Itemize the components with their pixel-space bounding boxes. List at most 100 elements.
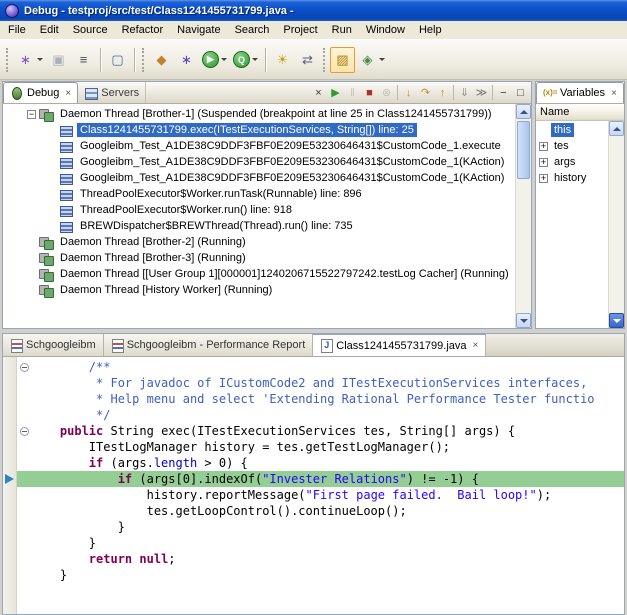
debug-tree-item[interactable]: Googleibm_Test_A1DE38C9DDF3FBF0E209E5323…: [3, 138, 515, 154]
thread-icon: [39, 236, 54, 249]
debug-tree-item[interactable]: Daemon Thread [[User Group 1][000001]124…: [3, 266, 515, 282]
view-tab-debug[interactable]: Debug×: [3, 82, 78, 103]
profile-button[interactable]: Q: [230, 47, 261, 73]
code-line[interactable]: if (args.length > 0) {: [17, 455, 624, 471]
debug-tree-item[interactable]: Class1241455731799.exec(ITestExecutionSe…: [3, 122, 515, 138]
menu-source[interactable]: Source: [66, 22, 115, 38]
toolbar-grip[interactable]: [142, 48, 146, 72]
menu-project[interactable]: Project: [276, 22, 324, 38]
sync-views-button[interactable]: ⇄: [295, 47, 320, 73]
code-line[interactable]: /**: [17, 359, 624, 375]
variable-row[interactable]: +args: [536, 154, 608, 170]
external-tools-button[interactable]: ∗: [174, 47, 199, 73]
fold-collapse-icon[interactable]: [20, 427, 29, 436]
fold-margin: [17, 471, 31, 487]
minimize-view-button[interactable]: −: [495, 84, 512, 101]
code-area[interactable]: /** * For javadoc of ICustomCode2 and IT…: [17, 357, 624, 614]
variable-row[interactable]: +history: [536, 170, 608, 186]
toolbar-grip[interactable]: [6, 48, 10, 72]
editor-tab[interactable]: Schgoogleibm - Performance Report: [104, 334, 314, 356]
editor-tab[interactable]: Class1241455731799.java ×: [313, 334, 486, 356]
new-wizard-button[interactable]: ∗: [13, 47, 46, 73]
mark-occurrences-button[interactable]: ▨: [330, 47, 355, 73]
menu-run[interactable]: Run: [325, 22, 359, 38]
window-icon: ▢: [108, 50, 127, 69]
code-line[interactable]: * Help menu and select 'Extending Ration…: [17, 391, 624, 407]
maximize-view-button[interactable]: □: [512, 84, 529, 101]
debug-perspective-button[interactable]: ▢: [105, 47, 130, 73]
variable-row[interactable]: +tes: [536, 138, 608, 154]
scroll-up-button[interactable]: [609, 121, 624, 136]
debug-tree-item[interactable]: ThreadPoolExecutor$Worker.runTask(Runnab…: [3, 186, 515, 202]
annotation-nav-button[interactable]: ◈: [355, 47, 388, 73]
debug-tree-item[interactable]: Daemon Thread [History Worker] (Running): [3, 282, 515, 298]
new-package-button[interactable]: ◆: [149, 47, 174, 73]
code-line[interactable]: }: [17, 519, 624, 535]
code-line[interactable]: ITestLogManager history = tes.getTestLog…: [17, 439, 624, 455]
tree-expander-icon[interactable]: +: [539, 142, 548, 151]
drop-to-frame-button[interactable]: ⇓: [456, 84, 473, 101]
scrollbar-track[interactable]: [516, 119, 531, 313]
debug-tree-item[interactable]: −Daemon Thread [Brother-1] (Suspended (b…: [3, 106, 515, 122]
tree-expander-icon[interactable]: +: [539, 158, 548, 167]
tree-expander-icon[interactable]: −: [27, 110, 36, 119]
code-line[interactable]: */: [17, 407, 624, 423]
step-over-button[interactable]: ↷: [417, 84, 434, 101]
use-step-filters-button[interactable]: ≫: [473, 84, 490, 101]
debug-tree-scrollbar[interactable]: [515, 104, 531, 328]
toolbar-grip[interactable]: [323, 48, 327, 72]
scroll-down-button[interactable]: [609, 313, 624, 328]
step-into-button[interactable]: ↓: [400, 84, 417, 101]
code-line[interactable]: if (args[0].indexOf("Invester Relations"…: [17, 471, 624, 487]
code-line[interactable]: }: [17, 567, 624, 583]
remove-all-terminated-button[interactable]: ×: [310, 84, 327, 101]
code-line[interactable]: * For javadoc of ICustomCode2 and ITestE…: [17, 375, 624, 391]
menu-navigate[interactable]: Navigate: [170, 22, 227, 38]
debug-tree-item[interactable]: Daemon Thread [Brother-2] (Running): [3, 234, 515, 250]
resume-button[interactable]: ▶: [327, 84, 344, 101]
debug-tree-item[interactable]: BREWDispatcher$BREWThread(Thread).run() …: [3, 218, 515, 234]
menu-search[interactable]: Search: [228, 22, 277, 38]
close-tab-icon[interactable]: ×: [65, 88, 71, 99]
save-button[interactable]: ▣: [46, 47, 71, 73]
annotation-ruler[interactable]: [3, 357, 17, 614]
run-button[interactable]: ▶: [199, 47, 230, 73]
menu-window[interactable]: Window: [359, 22, 412, 38]
view-tab-servers[interactable]: Servers: [78, 82, 146, 103]
step-return-button[interactable]: ↑: [434, 84, 451, 101]
print-button[interactable]: ≡: [71, 47, 96, 73]
code-line[interactable]: }: [17, 535, 624, 551]
title-bar[interactable]: Debug - testproj/src/test/Class124145573…: [0, 0, 627, 21]
debug-tree-item[interactable]: Googleibm_Test_A1DE38C9DDF3FBF0E209E5323…: [3, 170, 515, 186]
view-tab-variables[interactable]: Variables ×: [536, 82, 624, 103]
menu-refactor[interactable]: Refactor: [115, 22, 171, 38]
fold-collapse-icon[interactable]: [20, 363, 29, 372]
menu-edit[interactable]: Edit: [33, 22, 66, 38]
menu-file[interactable]: File: [1, 22, 33, 38]
menu-help[interactable]: Help: [412, 22, 449, 38]
scroll-up-button[interactable]: [516, 104, 531, 119]
debug-tree-item[interactable]: Daemon Thread [Brother-3] (Running): [3, 250, 515, 266]
code-line[interactable]: history.reportMessage("First page failed…: [17, 487, 624, 503]
scrollbar-track[interactable]: [609, 136, 624, 313]
arrow-up-icon: [613, 127, 621, 131]
suspend-button[interactable]: ‖: [344, 84, 361, 101]
terminate-button[interactable]: ■: [361, 84, 378, 101]
tree-expander-icon[interactable]: +: [539, 174, 548, 183]
close-tab-icon[interactable]: ×: [611, 88, 617, 99]
variables-column-header[interactable]: Name: [536, 104, 624, 121]
disconnect-button[interactable]: ⊗: [378, 84, 395, 101]
variables-scrollbar[interactable]: [608, 121, 624, 328]
tab-label: Class1241455731799.java: [336, 340, 466, 352]
close-tab-icon[interactable]: ×: [473, 340, 479, 351]
debug-tree-item[interactable]: ThreadPoolExecutor$Worker.run() line: 91…: [3, 202, 515, 218]
code-line[interactable]: tes.getLoopControl().continueLoop();: [17, 503, 624, 519]
scroll-down-button[interactable]: [516, 313, 531, 328]
code-line[interactable]: return null;: [17, 551, 624, 567]
editor-tab[interactable]: Schgoogleibm: [3, 334, 104, 356]
variable-row[interactable]: this: [536, 122, 608, 138]
code-line[interactable]: public String exec(ITestExecutionService…: [17, 423, 624, 439]
search-button[interactable]: ☀: [270, 47, 295, 73]
scrollbar-thumb[interactable]: [517, 121, 530, 179]
debug-tree-item[interactable]: Googleibm_Test_A1DE38C9DDF3FBF0E209E5323…: [3, 154, 515, 170]
